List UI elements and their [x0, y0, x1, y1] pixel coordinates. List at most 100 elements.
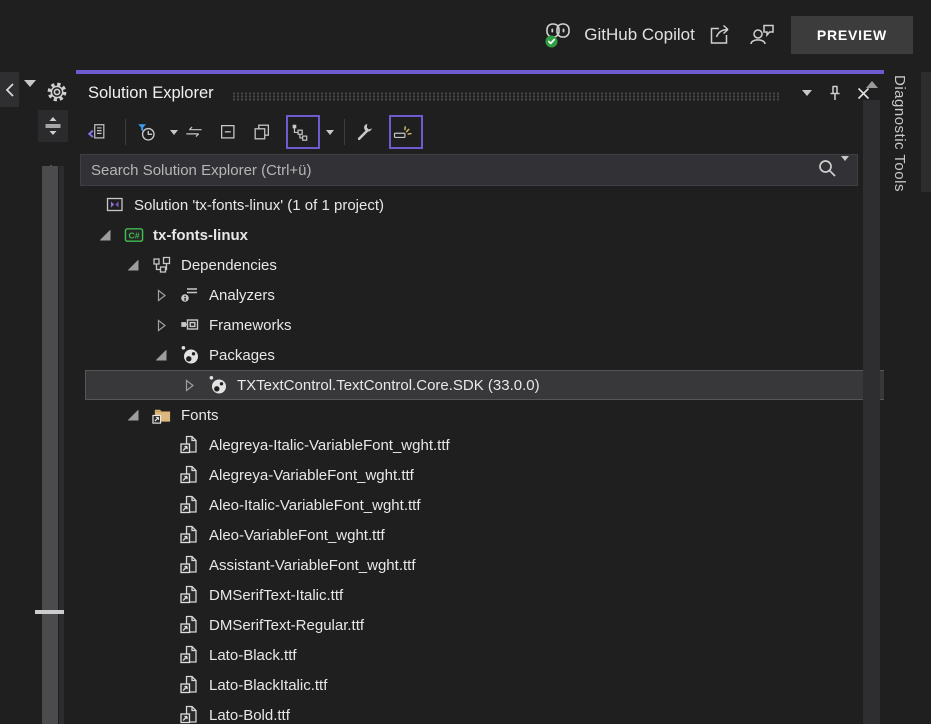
editor-scrollbar-track[interactable] — [59, 166, 64, 724]
sync-with-active-document-icon — [184, 122, 204, 142]
linked-folder-icon — [152, 405, 172, 425]
tree-scroll-up-arrow[interactable] — [862, 76, 882, 88]
expander-expanded-icon[interactable] — [148, 345, 174, 365]
expander-spacer — [148, 555, 174, 575]
tree-item-label: Aleo-VariableFont_wght.ttf — [209, 527, 385, 544]
diagnostic-tools-tab[interactable]: Diagnostic Tools — [891, 75, 908, 192]
panel-titlebar[interactable]: Solution Explorer — [76, 74, 884, 112]
tree-item-solution-tx-fonts-linux-1-of-1-project[interactable]: Solution 'tx-fonts-linux' (1 of 1 projec… — [76, 190, 884, 220]
expander-expanded-icon[interactable] — [92, 225, 118, 245]
properties-pages-icon — [252, 122, 272, 142]
tree-scrollbar[interactable] — [862, 76, 882, 724]
linked-file-icon — [180, 645, 200, 665]
toolbar-pending-changes-filter-button[interactable] — [135, 116, 165, 148]
expander-spacer — [148, 435, 174, 455]
linked-file-icon — [180, 435, 200, 455]
chevron-down-icon[interactable] — [24, 87, 36, 105]
toolbar-nested-file-view-button[interactable] — [286, 115, 320, 149]
toolbar-properties-wrench-button[interactable] — [354, 116, 384, 148]
drag-grip[interactable] — [232, 92, 780, 101]
scroll-up-arrow[interactable] — [44, 148, 58, 166]
editor-scrollbar-thumb[interactable] — [42, 166, 58, 724]
left-editor-edge — [0, 70, 76, 724]
tree-scrollbar-thumb[interactable] — [863, 100, 880, 724]
toolbar-nested-file-view-caret-icon[interactable] — [323, 116, 337, 148]
tree-item-txtextcontrol-textcontrol-core-sdk-33-0-[interactable]: TXTextControl.TextControl.Core.SDK (33.0… — [85, 370, 884, 400]
tree-item-label: Packages — [209, 347, 275, 364]
toolbar-separator — [125, 119, 126, 145]
tree-item-label: Lato-Bold.ttf — [209, 707, 290, 724]
pin-icon[interactable] — [822, 80, 848, 106]
tree-item-label: Alegreya-VariableFont_wght.ttf — [209, 467, 414, 484]
linked-file-icon — [180, 555, 200, 575]
linked-file-icon — [180, 705, 200, 724]
tree-item-label: TXTextControl.TextControl.Core.SDK (33.0… — [237, 377, 540, 394]
right-edge: Diagnostic Tools — [884, 70, 931, 724]
tree-item-alegreya-variablefont-wght-ttf[interactable]: Alegreya-VariableFont_wght.ttf — [76, 460, 884, 490]
tree-item-dependencies[interactable]: Dependencies — [76, 250, 884, 280]
tree-item-tx-fonts-linux[interactable]: C#tx-fonts-linux — [76, 220, 884, 250]
dependencies-icon — [152, 255, 172, 275]
expander-collapsed-icon[interactable] — [148, 315, 174, 335]
solution-icon — [105, 195, 125, 215]
expander-spacer — [148, 465, 174, 485]
tree-item-label: Alegreya-Italic-VariableFont_wght.ttf — [209, 437, 450, 454]
search-box[interactable] — [80, 154, 858, 186]
tree-item-lato-bold-ttf[interactable]: Lato-Bold.ttf — [76, 700, 884, 724]
github-copilot-icon — [541, 19, 575, 51]
diagnostic-tools-strip — [921, 72, 931, 192]
toolbar-switch-views-button[interactable] — [86, 116, 116, 148]
panel-title: Solution Explorer — [88, 84, 214, 103]
expander-spacer — [148, 525, 174, 545]
linked-file-icon — [180, 585, 200, 605]
search-icon[interactable] — [817, 158, 837, 183]
switch-views-icon — [87, 122, 107, 142]
nested-file-view-icon — [289, 122, 309, 142]
share-icon[interactable] — [703, 19, 737, 51]
tree-item-packages[interactable]: Packages — [76, 340, 884, 370]
tree-item-lato-black-ttf[interactable]: Lato-Black.ttf — [76, 640, 884, 670]
tree-item-aleo-italic-variablefont-wght-ttf[interactable]: Aleo-Italic-VariableFont_wght.ttf — [76, 490, 884, 520]
toolbar-sync-with-active-document-button[interactable] — [183, 116, 213, 148]
tree-item-label: Frameworks — [209, 317, 292, 334]
preview-button[interactable]: PREVIEW — [791, 16, 913, 54]
navigate-back-button[interactable] — [0, 72, 19, 107]
expander-collapsed-icon[interactable] — [176, 375, 202, 395]
search-input[interactable] — [81, 162, 817, 179]
tree-item-fonts[interactable]: Fonts — [76, 400, 884, 430]
toolbar-collapse-all-button[interactable] — [217, 116, 247, 148]
tree-item-assistant-variablefont-wght-ttf[interactable]: Assistant-VariableFont_wght.ttf — [76, 550, 884, 580]
tree-item-aleo-variablefont-wght-ttf[interactable]: Aleo-VariableFont_wght.ttf — [76, 520, 884, 550]
tree-item-lato-blackitalic-ttf[interactable]: Lato-BlackItalic.ttf — [76, 670, 884, 700]
tree-item-label: Solution 'tx-fonts-linux' (1 of 1 projec… — [134, 197, 384, 214]
tree-item-frameworks[interactable]: Frameworks — [76, 310, 884, 340]
search-options-caret-icon[interactable] — [841, 161, 849, 179]
toolbar-properties-pages-button[interactable] — [251, 116, 281, 148]
expander-expanded-icon[interactable] — [120, 255, 146, 275]
tree-item-label: Lato-Black.ttf — [209, 647, 297, 664]
toolbar-pending-changes-filter-caret-icon[interactable] — [167, 116, 181, 148]
expander-collapsed-icon[interactable] — [148, 285, 174, 305]
gear-icon[interactable] — [45, 80, 69, 109]
nuget-package-icon — [180, 345, 200, 365]
tree-item-analyzers[interactable]: Analyzers — [76, 280, 884, 310]
preview-selected-items-icon — [392, 122, 412, 142]
scrollbar-caret-marker — [35, 610, 64, 614]
tree-item-dmseriftext-regular-ttf[interactable]: DMSerifText-Regular.ttf — [76, 610, 884, 640]
tree-item-dmseriftext-italic-ttf[interactable]: DMSerifText-Italic.ttf — [76, 580, 884, 610]
toolbar-preview-selected-items-button[interactable] — [389, 115, 423, 149]
pending-changes-filter-icon — [136, 122, 156, 142]
tree-item-alegreya-italic-variablefont-wght-ttf[interactable]: Alegreya-Italic-VariableFont_wght.ttf — [76, 430, 884, 460]
properties-wrench-icon — [355, 122, 375, 142]
splitter-handle[interactable] — [38, 110, 68, 142]
search-row — [76, 152, 884, 188]
window-position-menu-icon[interactable] — [794, 80, 820, 106]
github-copilot-status[interactable]: GitHub Copilot — [541, 19, 695, 51]
expander-expanded-icon[interactable] — [120, 405, 146, 425]
tree-item-label: Dependencies — [181, 257, 277, 274]
tree-item-label: Fonts — [181, 407, 219, 424]
csharp-project-icon: C# — [124, 225, 144, 245]
feedback-icon[interactable] — [745, 19, 779, 51]
expander-spacer — [148, 645, 174, 665]
panel-toolbar — [76, 112, 884, 152]
